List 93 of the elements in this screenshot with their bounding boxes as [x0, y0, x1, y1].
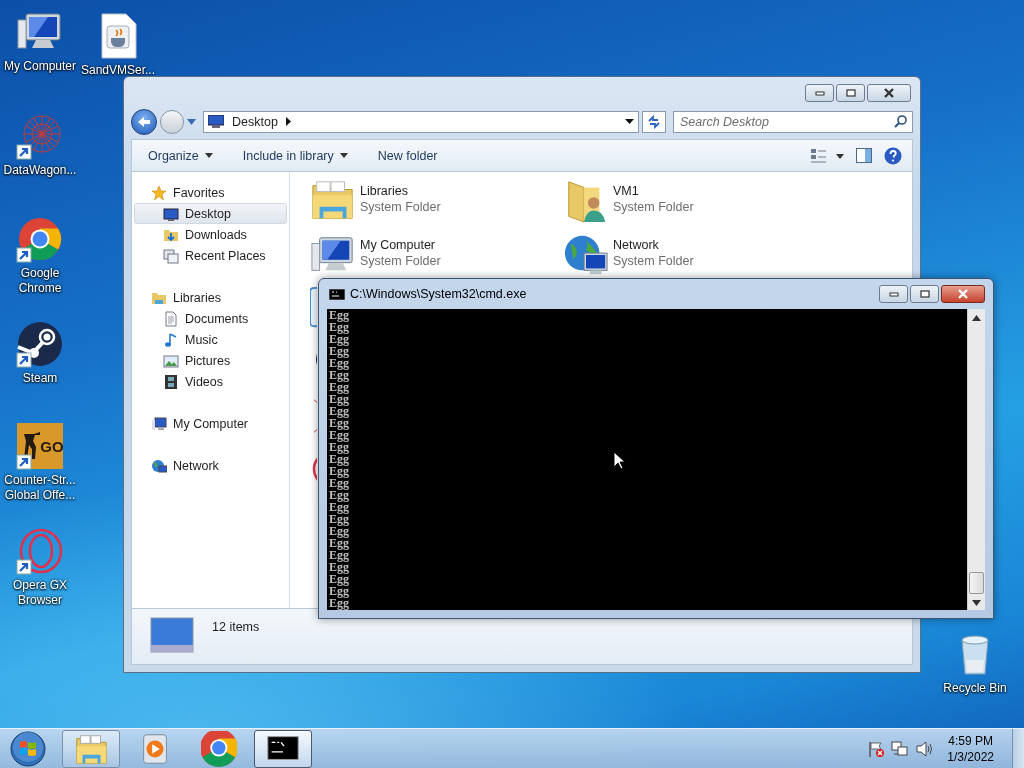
starburst-icon[interactable] — [16, 112, 64, 160]
scroll-down-arrow-icon[interactable] — [972, 600, 981, 606]
toolbar-button[interactable]: Organize — [138, 144, 223, 167]
preview-pane-icon[interactable] — [856, 148, 872, 163]
item-name: VM1 — [613, 184, 640, 198]
item-count: 12 items — [212, 619, 260, 634]
back-button[interactable] — [131, 108, 157, 135]
maximize-button[interactable] — [836, 83, 865, 102]
maximize-icon — [845, 88, 856, 97]
clock-time: 4:59 PM — [948, 733, 993, 749]
nav-item[interactable]: Desktop — [134, 203, 287, 224]
nav-item[interactable]: Network — [134, 455, 287, 476]
icon-label: SandVMSer... — [79, 63, 156, 78]
help-icon[interactable] — [884, 146, 902, 165]
toolbar-button[interactable]: Include in library — [232, 144, 358, 167]
network-icon[interactable] — [891, 740, 910, 758]
item-type: System Folder — [613, 200, 694, 214]
nav-item[interactable]: Music — [134, 329, 287, 350]
minimize-button[interactable] — [879, 285, 908, 303]
show-desktop-button[interactable] — [1012, 729, 1024, 768]
nav-item[interactable]: Downloads — [134, 224, 287, 245]
film-icon — [163, 373, 179, 390]
music-note-icon — [163, 331, 179, 348]
minimize-icon — [888, 291, 899, 297]
maximize-icon — [919, 290, 930, 298]
desktop-icon — [163, 205, 179, 222]
icon-label: Google Chrome — [17, 266, 63, 296]
nav-item[interactable]: Recent Places — [134, 245, 287, 266]
address-segment[interactable]: Desktop — [232, 114, 278, 129]
console-icon — [329, 288, 345, 300]
ring-icon[interactable] — [16, 527, 64, 575]
caret-icon — [204, 153, 213, 158]
close-button[interactable] — [941, 285, 985, 303]
network-icon — [151, 457, 167, 474]
console-output: Egg Egg Egg Egg Egg Egg Egg Egg Egg Egg Egg Egg Egg Egg Egg Egg Egg Egg Egg Egg Egg Egg Egg Egg Egg — [327, 309, 967, 610]
item-type: System Folder — [613, 254, 694, 268]
icon-label: Opera GX Browser — [12, 578, 68, 608]
clock[interactable]: 4:59 PM 1/3/2022 — [947, 733, 994, 765]
toolbar-button[interactable]: New folder — [367, 144, 448, 167]
clock-date: 1/3/2022 — [947, 749, 994, 765]
icon-label: My Computer — [3, 59, 77, 74]
volume-icon[interactable] — [915, 740, 934, 758]
item-type: System Folder — [360, 254, 441, 268]
item-name: My Computer — [360, 238, 437, 252]
game-logo-icon[interactable]: GO — [16, 422, 64, 470]
maximize-button[interactable] — [910, 285, 939, 303]
windows-logo-icon — [9, 730, 47, 768]
refresh-icon — [647, 114, 661, 129]
desktop-icon — [208, 115, 224, 128]
close-icon — [883, 87, 895, 98]
nav-item[interactable]: Videos — [134, 371, 287, 392]
history-caret-icon[interactable] — [187, 118, 196, 125]
minimize-icon — [814, 89, 825, 96]
document-icon — [163, 310, 179, 327]
caret-icon — [339, 153, 348, 158]
desktop-icon — [150, 617, 194, 653]
chevron-icon[interactable] — [285, 117, 291, 126]
nav-item[interactable]: My Computer — [134, 413, 287, 434]
star-icon — [151, 184, 167, 201]
icon-label: Counter-Str... Global Offe... — [3, 473, 77, 503]
back-arrow-icon — [137, 115, 151, 128]
search-field[interactable]: Search Desktop — [673, 110, 913, 133]
close-button[interactable] — [867, 83, 911, 102]
chrome-icon[interactable] — [16, 215, 64, 263]
window-title: C:\Windows\System32\cmd.exe — [350, 287, 528, 301]
scrollbar-thumb[interactable] — [969, 572, 984, 594]
nav-item[interactable]: Pictures — [134, 350, 287, 371]
chrome-icon — [201, 731, 237, 767]
item-name: Network — [613, 238, 660, 252]
icon-label: DataWagon... — [2, 163, 78, 178]
nav-item[interactable]: Favorites — [134, 182, 287, 203]
steam-icon[interactable] — [16, 320, 64, 368]
view-options-icon[interactable] — [810, 147, 844, 164]
scroll-up-arrow-icon[interactable] — [972, 315, 981, 321]
close-icon — [957, 289, 969, 299]
scrollbar[interactable] — [967, 309, 985, 610]
icon-label: Recycle Bin — [942, 681, 1008, 696]
item-type: System Folder — [360, 200, 441, 214]
mouse-pointer-icon — [613, 451, 625, 470]
nav-item[interactable]: Documents — [134, 308, 287, 329]
computer-icon — [151, 415, 167, 432]
address-bar[interactable]: Desktop — [203, 110, 639, 133]
picture-icon — [163, 352, 179, 369]
caret-icon[interactable] — [625, 119, 634, 124]
nav-item[interactable]: Libraries — [134, 287, 287, 308]
refresh-button[interactable] — [642, 110, 666, 133]
taskbar-button[interactable] — [254, 730, 312, 768]
recent-places-icon — [163, 247, 179, 264]
minimize-button[interactable] — [805, 83, 834, 102]
icon-label: Steam — [21, 371, 59, 386]
item-name: Libraries — [360, 184, 409, 198]
search-icon — [894, 114, 907, 128]
action-center-flag-icon[interactable] — [867, 740, 886, 758]
